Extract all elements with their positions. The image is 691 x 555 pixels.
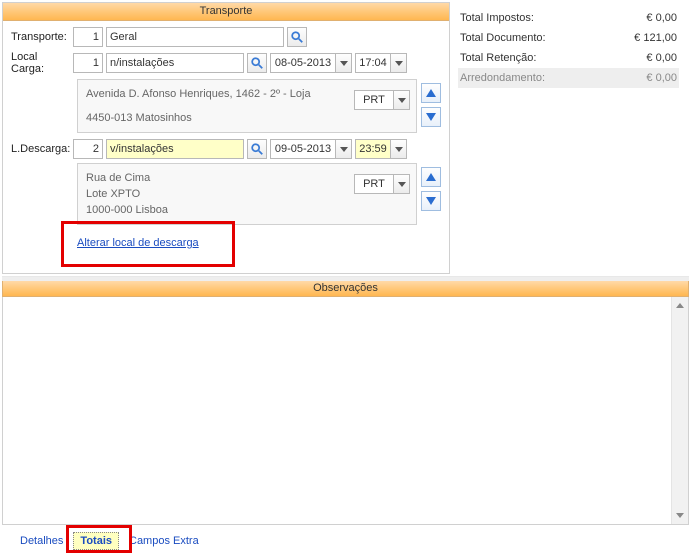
retencao-label: Total Retenção: [460,52,536,64]
descarga-text[interactable] [106,139,244,159]
carga-label: Local Carga: [11,51,73,75]
carga-date[interactable] [270,53,336,73]
totals-documento: Total Documento: € 121,00 [458,28,679,48]
arrow-down-icon [426,197,436,205]
scroll-down-button[interactable] [672,507,688,524]
row-descarga: L.Descarga: [11,139,441,159]
transporte-label: Transporte: [11,31,73,43]
tab-detalhes[interactable]: Detalhes [14,533,69,549]
panel-totals: Total Impostos: € 0,00 Total Documento: … [452,2,685,274]
descarga-search-button[interactable] [247,139,267,159]
arred-label: Arredondamento: [460,72,545,84]
carga-search-button[interactable] [247,53,267,73]
carga-time-dropdown[interactable] [391,53,407,73]
descarga-down-button[interactable] [421,191,441,211]
panel-transporte-header: Transporte [3,3,449,21]
descarga-country-dropdown[interactable] [394,174,410,194]
chevron-down-icon [398,182,406,187]
chevron-down-icon [395,61,403,66]
chevron-down-icon [398,98,406,103]
tabs-bar: Detalhes Totais Campos Extra [0,525,691,555]
chevron-down-icon [340,61,348,66]
obs-header: Observações [2,281,689,297]
arrow-up-icon [426,173,436,181]
search-icon [290,30,304,44]
transporte-text[interactable] [106,27,284,47]
arrow-up-icon [426,89,436,97]
search-icon [250,56,264,70]
documento-value: € 121,00 [634,32,677,44]
carga-country-dropdown[interactable] [394,90,410,110]
totals-arredondamento: Arredondamento: € 0,00 [458,68,679,88]
carga-date-dropdown[interactable] [336,53,352,73]
chevron-down-icon [395,147,403,152]
documento-label: Total Documento: [460,32,546,44]
impostos-label: Total Impostos: [460,12,534,24]
scroll-up-button[interactable] [672,297,688,314]
descarga-country[interactable] [354,174,394,194]
descarga-addr3: 1000-000 Lisboa [86,202,408,218]
transporte-num[interactable] [73,27,103,47]
descarga-num[interactable] [73,139,103,159]
carga-address-block: Avenida D. Afonso Henriques, 1462 - 2º -… [77,79,417,133]
tab-campos-extra[interactable]: Campos Extra [123,533,205,549]
carga-down-button[interactable] [421,107,441,127]
row-carga: Local Carga: [11,51,441,75]
chevron-up-icon [676,303,684,308]
retencao-value: € 0,00 [646,52,677,64]
arred-value: € 0,00 [646,72,677,84]
alterar-descarga-link[interactable]: Alterar local de descarga [77,237,199,249]
carga-up-button[interactable] [421,83,441,103]
search-icon [250,142,264,156]
descarga-up-button[interactable] [421,167,441,187]
totals-retencao: Total Retenção: € 0,00 [458,48,679,68]
obs-section: Observações [2,276,689,297]
descarga-date-dropdown[interactable] [336,139,352,159]
tab-totais[interactable]: Totais [73,532,119,550]
totals-impostos: Total Impostos: € 0,00 [458,8,679,28]
carga-addr2: 4450-013 Matosinhos [86,110,408,126]
transporte-search-button[interactable] [287,27,307,47]
row-transporte: Transporte: [11,27,441,47]
descarga-date[interactable] [270,139,336,159]
arrow-down-icon [426,113,436,121]
carga-country[interactable] [354,90,394,110]
carga-text[interactable] [106,53,244,73]
carga-num[interactable] [73,53,103,73]
descarga-time-dropdown[interactable] [391,139,407,159]
descarga-time[interactable] [355,139,391,159]
chevron-down-icon [340,147,348,152]
obs-textarea[interactable] [2,297,689,525]
carga-time[interactable] [355,53,391,73]
descarga-label: L.Descarga: [11,143,73,155]
descarga-address-block: Rua de Cima Lote XPTO 1000-000 Lisboa [77,163,417,225]
panel-transporte: Transporte Transporte: Local Carga: [2,2,450,274]
obs-scrollbar[interactable] [671,297,688,524]
impostos-value: € 0,00 [646,12,677,24]
